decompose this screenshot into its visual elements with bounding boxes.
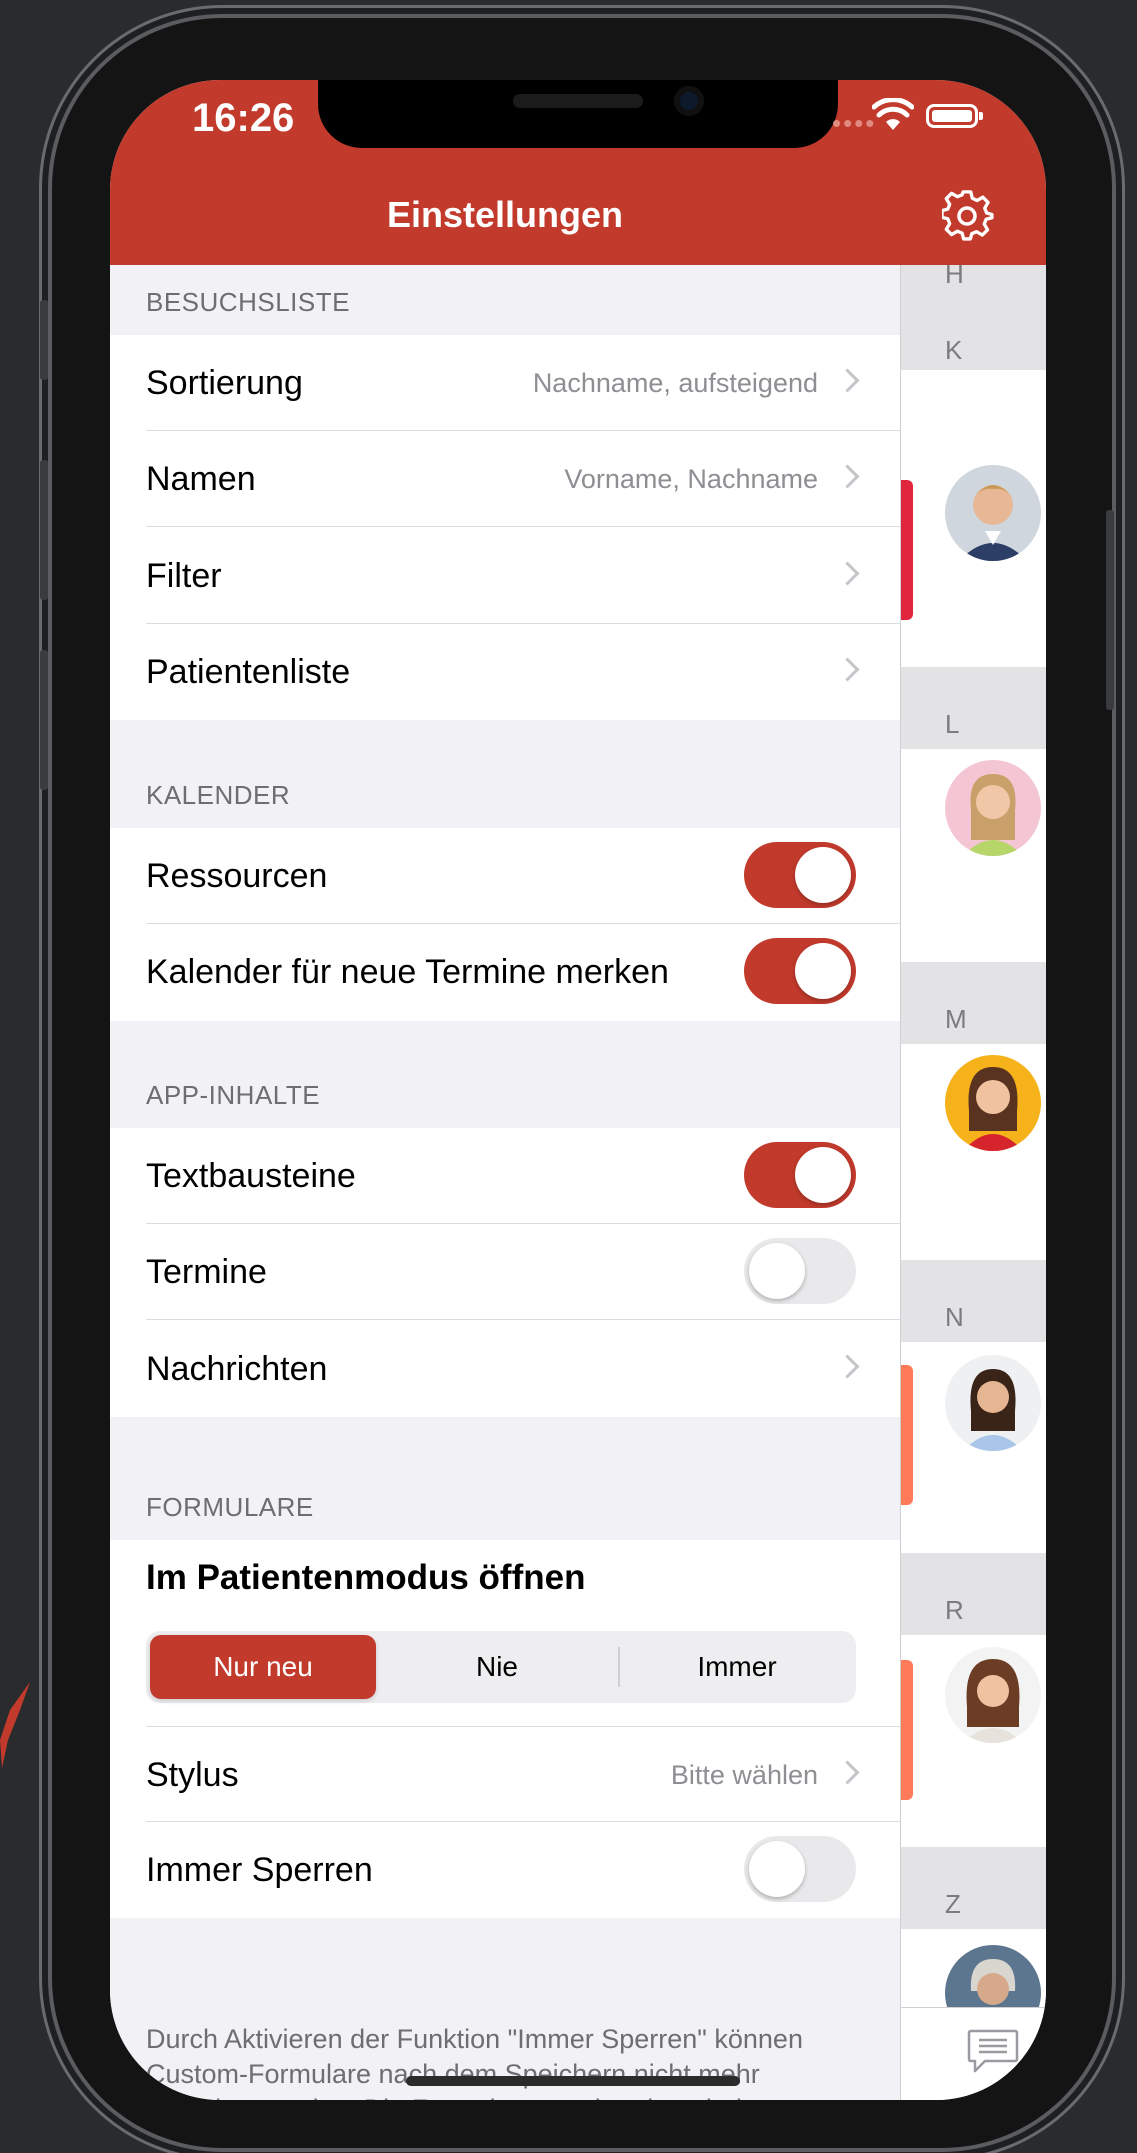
row-kalender-merken: Kalender für neue Termine merken [146,924,900,1020]
page-title: Einstellungen [386,194,624,235]
power-button [1106,510,1114,710]
settings-panel: BESUCHSLISTE Sortierung Nachname, aufste… [110,265,900,2100]
row-textbausteine: Textbausteine [146,1128,900,1224]
volume-down-button [40,650,48,790]
avatar[interactable] [945,1055,1041,1151]
avatar[interactable] [945,465,1041,561]
formulare-footer-text: Durch Aktivieren der Funktion "Immer Spe… [146,2024,803,2100]
ressourcen-toggle[interactable] [744,842,856,908]
chat-icon[interactable] [967,2028,1019,2074]
volume-up-button [40,460,48,600]
row-patientenliste[interactable]: Patientenliste [146,624,900,720]
termine-toggle[interactable] [744,1238,856,1304]
segment-nur-neu[interactable]: Nur neu [150,1635,376,1699]
group-besuchsliste: Sortierung Nachname, aufsteigend Namen V… [110,335,900,720]
silent-switch [40,300,48,380]
patient-mode-label: Im Patientenmodus öffnen [146,1558,586,1597]
row-stylus[interactable]: Stylus Bitte wählen [146,1726,900,1822]
chevron-right-icon [835,657,860,682]
group-formulare: Im Patientenmodus öffnen Nur neu Nie Imm… [110,1540,900,1918]
row-value: Vorname, Nachname [564,464,818,494]
group-app-inhalte: Textbausteine Termine Nachrichten [110,1128,900,1417]
section-bar-z: Z [901,1847,1046,1929]
front-camera [674,86,704,116]
section-bar-r: R [901,1553,1046,1635]
row-label: Termine [146,1253,267,1291]
row-label: Stylus [146,1756,239,1794]
chevron-right-icon [835,1354,860,1379]
row-label: Textbausteine [146,1157,356,1195]
row-label: Kalender für neue Termine merken [146,953,669,991]
segment-immer[interactable]: Immer [622,1635,852,1699]
patient-mode-segmented-control: Nur neu Nie Immer [146,1631,856,1703]
section-header-formulare: FORMULARE [146,1492,314,1522]
nav-header: 16:26 •••• Einstellungen [110,80,1046,265]
section-header-app-inhalte: APP-INHALTE [146,1080,321,1110]
row-label: Filter [146,557,222,595]
row-label: Sortierung [146,364,303,402]
red-scribble-mark [0,1682,30,1768]
status-marker [901,1365,913,1505]
speaker-grille [513,94,643,108]
row-label: Nachrichten [146,1350,328,1388]
kalender-merken-toggle[interactable] [744,938,856,1004]
section-bar-l: L [901,667,1046,749]
segment-divider [618,1647,620,1687]
row-label: Namen [146,460,256,498]
row-value: Bitte wählen [670,1760,818,1790]
immer-sperren-toggle[interactable] [744,1836,856,1902]
signal-dots-icon: •••• [832,108,877,138]
status-time: 16:26 [192,96,295,140]
row-value: Nachname, aufsteigend [532,368,818,398]
status-marker [901,1660,913,1800]
home-indicator[interactable] [406,2076,740,2086]
section-header-besuchsliste: BESUCHSLISTE [146,287,350,317]
section-bar-m: M [901,962,1046,1044]
row-ressourcen: Ressourcen [146,828,900,924]
row-sortierung[interactable]: Sortierung Nachname, aufsteigend [146,335,900,431]
avatar[interactable] [945,1355,1041,1451]
row-label: Immer Sperren [146,1851,373,1889]
chevron-right-icon [835,464,860,489]
section-letter: K [945,335,963,365]
textbausteine-toggle[interactable] [744,1142,856,1208]
row-nachrichten[interactable]: Nachrichten [146,1321,900,1417]
battery-icon [926,104,983,128]
segment-nie[interactable]: Nie [382,1635,612,1699]
section-letter: Z [945,1889,961,1919]
chevron-right-icon [835,561,860,586]
section-header-kalender: KALENDER [146,780,291,810]
row-namen[interactable]: Namen Vorname, Nachname [146,431,900,527]
section-letter: N [945,1302,964,1332]
gear-icon[interactable] [942,190,994,242]
section-bar-n: N [901,1260,1046,1342]
chevron-right-icon [835,368,860,393]
section-letter: L [945,709,960,739]
row-filter[interactable]: Filter [146,528,900,624]
phone-screen: 16:26 •••• Einstellungen BESUCHSLISTE So… [110,80,1046,2100]
status-marker [901,480,913,620]
notch [318,80,838,148]
section-letter: H [945,265,964,289]
section-letter: M [945,1004,967,1034]
row-termine: Termine [146,1224,900,1320]
section-bar-h: H K [901,265,1046,370]
patient-list-toolbar [901,2007,1046,2100]
row-immer-sperren: Immer Sperren [146,1822,900,1918]
patient-list-panel: H K L M N R Z [900,265,1046,2100]
row-label: Patientenliste [146,653,351,691]
section-letter: R [945,1595,964,1625]
group-kalender: Ressourcen Kalender für neue Termine mer… [110,828,900,1021]
chevron-right-icon [835,1760,860,1785]
avatar[interactable] [945,1647,1041,1743]
wifi-icon [872,98,914,130]
avatar[interactable] [945,760,1041,856]
row-label: Ressourcen [146,857,328,895]
